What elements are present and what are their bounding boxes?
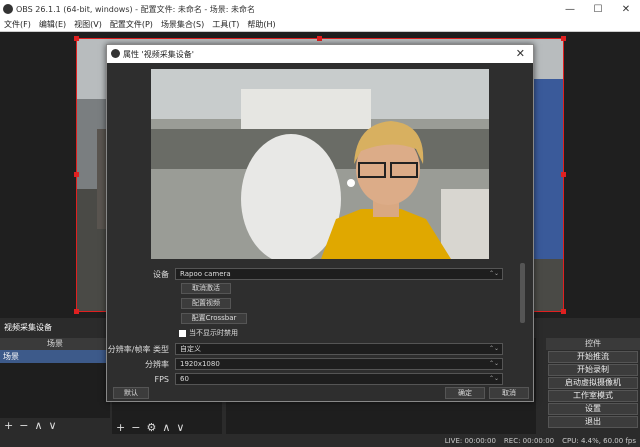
scene-item[interactable]: 场景 [0, 350, 110, 363]
exit-button[interactable]: 退出 [548, 416, 638, 428]
menu-edit[interactable]: 编辑(E) [35, 19, 70, 30]
fps-select[interactable]: 60 ⌃⌄ [175, 373, 503, 385]
camera-preview [151, 69, 489, 259]
resize-handle[interactable] [317, 36, 322, 41]
controls-dock-title: 控件 [546, 338, 640, 350]
configure-video-button[interactable]: 配置视频 [181, 298, 231, 309]
minimize-icon[interactable]: — [556, 0, 584, 18]
device-row: 设备 Rapoo camera ⌃⌄ [107, 267, 533, 281]
properties-dialog: 属性 '视频采集设备' ✕ 设备 Rapoo camera ⌃⌄ 取消激活 配置视… [106, 44, 534, 402]
obs-logo-icon [3, 4, 13, 14]
add-icon[interactable]: + [4, 419, 13, 432]
move-up-icon[interactable]: ∧ [34, 419, 42, 432]
status-bar: LIVE: 00:00:00 REC: 00:00:00 CPU: 4.4%, … [0, 434, 640, 447]
resize-handle[interactable] [561, 309, 566, 314]
obs-logo-icon [111, 49, 120, 58]
menu-file[interactable]: 文件(F) [0, 19, 35, 30]
menu-tools[interactable]: 工具(T) [208, 19, 243, 30]
checkbox-icon[interactable] [179, 329, 186, 337]
studio-mode-button[interactable]: 工作室模式 [548, 390, 638, 402]
settings-button[interactable]: 设置 [548, 403, 638, 415]
deactivate-button[interactable]: 取消激活 [181, 283, 231, 294]
dialog-titlebar: 属性 '视频采集设备' ✕ [107, 45, 533, 63]
resize-handle[interactable] [74, 36, 79, 41]
gear-icon[interactable]: ⚙ [146, 421, 156, 434]
close-icon[interactable]: ✕ [612, 0, 640, 18]
ok-button[interactable]: 确定 [445, 387, 485, 399]
resolution-row: 分辨率 1920x1080 ⌃⌄ [107, 357, 533, 371]
res-type-select[interactable]: 自定义 ⌃⌄ [175, 343, 503, 355]
start-virtual-camera-button[interactable]: 启动虚拟摄像机 [548, 377, 638, 389]
fps-row: FPS 60 ⌃⌄ [107, 372, 533, 386]
resolution-select[interactable]: 1920x1080 ⌃⌄ [175, 358, 503, 370]
start-recording-button[interactable]: 开始录制 [548, 364, 638, 376]
configure-crossbar-button[interactable]: 配置Crossbar [181, 313, 247, 324]
dropdown-arrow-icon: ⌃⌄ [488, 360, 499, 367]
resize-handle[interactable] [561, 172, 566, 177]
fps-label: FPS [154, 374, 169, 384]
move-down-icon[interactable]: ∨ [176, 421, 184, 434]
scenes-dock: 场景 场景 + − ∧ ∨ [0, 338, 110, 434]
device-label: 设备 [153, 269, 169, 279]
resize-handle[interactable] [561, 36, 566, 41]
move-up-icon[interactable]: ∧ [162, 421, 170, 434]
scenes-dock-title: 场景 [0, 338, 110, 350]
camera-image [151, 69, 489, 259]
res-type-row: 分辨率/帧率 类型 自定义 ⌃⌄ [107, 342, 533, 356]
start-streaming-button[interactable]: 开始推流 [548, 351, 638, 363]
dropdown-arrow-icon: ⌃⌄ [488, 270, 499, 277]
menu-help[interactable]: 帮助(H) [243, 19, 279, 30]
dropdown-arrow-icon: ⌃⌄ [488, 345, 499, 352]
cancel-button[interactable]: 取消 [489, 387, 529, 399]
add-source-icon[interactable]: + [116, 421, 125, 434]
menu-bar: 文件(F) 编辑(E) 视图(V) 配置文件(P) 场景集合(S) 工具(T) … [0, 18, 640, 32]
menu-scene-collection[interactable]: 场景集合(S) [157, 19, 208, 30]
cpu-status: CPU: 4.4%, 60.00 fps [562, 436, 636, 445]
hide-disable-label: 当不显示时禁用 [189, 329, 238, 337]
rec-status: REC: 00:00:00 [503, 436, 555, 445]
maximize-icon[interactable]: ☐ [584, 0, 612, 18]
defaults-button[interactable]: 默认 [113, 387, 149, 399]
scrollbar[interactable] [520, 263, 525, 323]
hide-disable-option[interactable]: 当不显示时禁用 [179, 328, 238, 338]
window-titlebar: OBS 26.1.1 (64-bit, windows) - 配置文件: 未命名… [0, 0, 640, 18]
res-type-label: 分辨率/帧率 类型 [107, 344, 169, 354]
move-down-icon[interactable]: ∨ [49, 419, 57, 432]
remove-source-icon[interactable]: − [131, 421, 140, 434]
live-status: LIVE: 00:00:00 [444, 436, 496, 445]
resolution-label: 分辨率 [145, 359, 169, 369]
controls-dock: 控件 开始推流 开始录制 启动虚拟摄像机 工作室模式 设置 退出 [546, 338, 640, 434]
resize-handle[interactable] [74, 172, 79, 177]
menu-profile[interactable]: 配置文件(P) [106, 19, 157, 30]
close-icon[interactable]: ✕ [516, 47, 525, 60]
remove-icon[interactable]: − [19, 419, 28, 432]
menu-view[interactable]: 视图(V) [70, 19, 106, 30]
device-select[interactable]: Rapoo camera ⌃⌄ [175, 268, 503, 280]
dropdown-arrow-icon: ⌃⌄ [488, 375, 499, 382]
window-title: OBS 26.1.1 (64-bit, windows) - 配置文件: 未命名… [16, 4, 256, 14]
resize-handle[interactable] [74, 309, 79, 314]
dialog-title: 属性 '视频采集设备' [123, 49, 194, 59]
